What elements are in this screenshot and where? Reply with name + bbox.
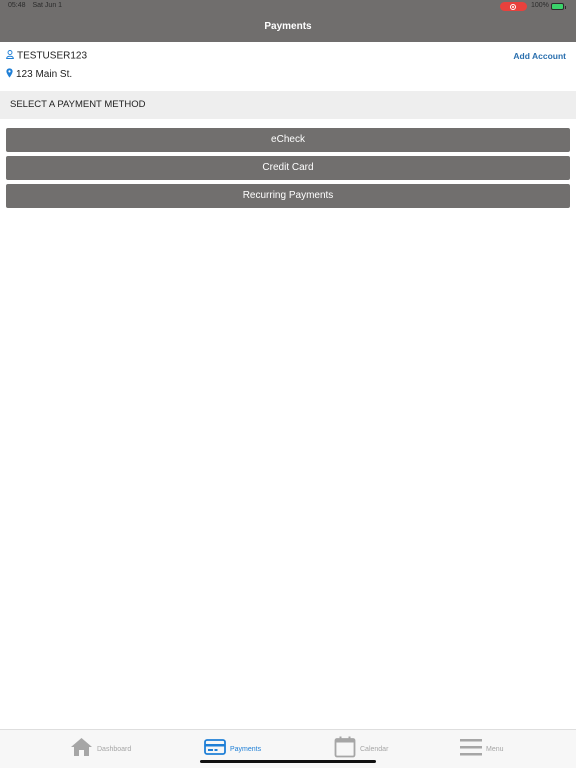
battery-percentage: 100% <box>531 2 549 9</box>
credit-card-icon <box>204 738 226 760</box>
page-title: Payments <box>264 21 312 32</box>
status-clock: 05:48 <box>8 2 26 9</box>
screen-recording-icon <box>500 2 527 11</box>
calendar-icon <box>334 736 356 763</box>
tab-dashboard[interactable]: Dashboard <box>70 730 131 768</box>
home-indicator <box>200 760 376 763</box>
tab-payments-label: Payments <box>230 745 262 753</box>
account-username: TESTUSER123 <box>17 50 88 62</box>
home-icon <box>70 737 93 762</box>
recurring-payments-button[interactable]: Recurring Payments <box>6 184 570 208</box>
tab-calendar-label: Calendar <box>360 745 389 753</box>
tab-dashboard-label: Dashboard <box>97 745 132 753</box>
battery-charging-icon <box>551 3 566 10</box>
echeck-button[interactable]: eCheck <box>6 128 570 152</box>
add-account-link[interactable]: Add Account <box>513 51 566 61</box>
credit-card-button[interactable]: Credit Card <box>6 156 570 180</box>
record-dot-icon <box>510 3 516 10</box>
status-time: 05:48 Sat Jun 1 <box>8 2 62 9</box>
location-pin-icon <box>6 68 13 81</box>
tab-menu-label: Menu <box>486 745 504 753</box>
account-address-row: 123 Main St. <box>6 68 72 81</box>
section-header: SELECT A PAYMENT METHOD <box>0 91 576 119</box>
status-date: Sat Jun 1 <box>32 2 63 9</box>
account-user-row: TESTUSER123 <box>6 50 87 62</box>
account-address: 123 Main St. <box>16 69 73 81</box>
user-icon <box>6 50 14 62</box>
header-bar: 05:48 Sat Jun 1 100% Payments <box>0 0 576 42</box>
tab-menu[interactable]: Menu <box>460 730 504 768</box>
section-label: SELECT A PAYMENT METHOD <box>10 99 146 110</box>
hamburger-menu-icon <box>460 737 482 762</box>
